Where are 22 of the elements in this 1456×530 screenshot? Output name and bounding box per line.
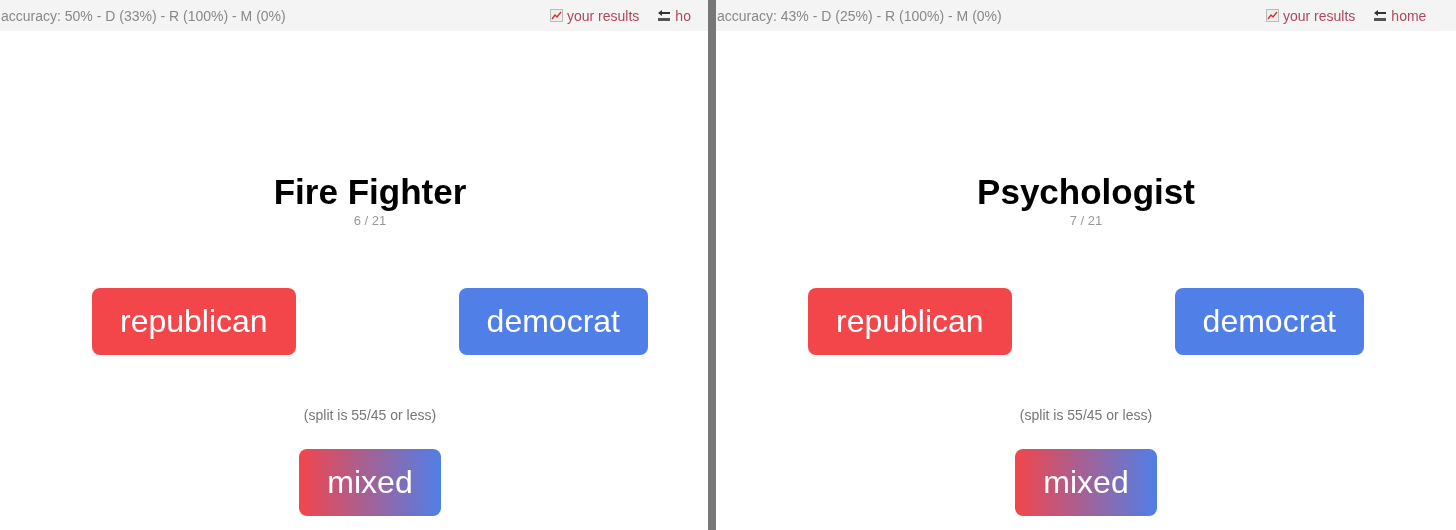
chart-icon [550, 9, 563, 22]
hint-text: (split is 55/45 or less) [303, 407, 437, 423]
back-icon [1373, 9, 1388, 22]
results-link[interactable]: your results [550, 7, 640, 24]
republican-button[interactable]: republican [808, 288, 1012, 355]
stats-text: accuracy: 43% - D (25%) - R (100%) - M (0%) [717, 7, 1003, 24]
progress-counter: 6 / 21 [353, 213, 387, 228]
democrat-button[interactable]: democrat [1174, 288, 1364, 355]
mixed-button[interactable]: mixed [1015, 449, 1157, 516]
home-link[interactable]: home [1373, 7, 1427, 24]
democrat-button[interactable]: democrat [458, 288, 648, 355]
back-icon [657, 9, 672, 22]
republican-button[interactable]: republican [92, 288, 296, 355]
results-link[interactable]: your results [1266, 7, 1356, 24]
stats-text: accuracy: 50% - D (33%) - R (100%) - M (0%) [1, 7, 287, 24]
question-title: Psychologist [977, 173, 1195, 211]
progress-counter: 7 / 21 [1069, 213, 1103, 228]
mixed-button[interactable]: mixed [299, 449, 441, 516]
hint-text: (split is 55/45 or less) [1019, 407, 1153, 423]
chart-icon [1266, 9, 1279, 22]
home-link[interactable]: ho [657, 7, 691, 24]
question-title: Fire Fighter [273, 173, 467, 211]
